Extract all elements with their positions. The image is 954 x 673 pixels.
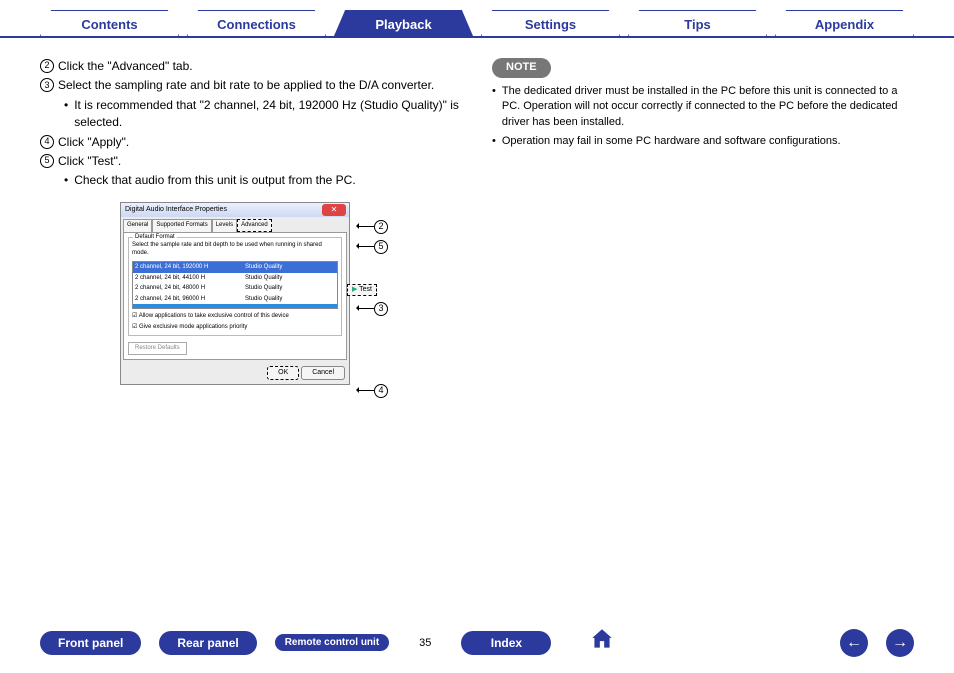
front-panel-button[interactable]: Front panel: [40, 631, 141, 655]
close-icon[interactable]: ✕: [322, 204, 346, 216]
step-4-text: Click "Apply".: [58, 134, 462, 151]
tab-playback[interactable]: Playback: [334, 10, 473, 36]
format-row-selected: 2 channel, 24 bit, 192000 HStudio Qualit…: [133, 262, 337, 273]
dialog-title: Digital Audio Interface Properties: [125, 206, 227, 213]
tab-contents[interactable]: Contents: [40, 10, 179, 36]
remote-control-button[interactable]: Remote control unit: [275, 634, 389, 651]
step-marker-5: 5: [40, 154, 54, 168]
cancel-button[interactable]: Cancel: [301, 366, 345, 380]
page-number: 35: [419, 637, 431, 649]
step-2-text: Click the "Advanced" tab.: [58, 58, 462, 75]
properties-dialog: Digital Audio Interface Properties ✕ Gen…: [120, 202, 350, 385]
step-marker-4: 4: [40, 135, 54, 149]
dialog-tab-advanced[interactable]: Advanced: [237, 219, 272, 232]
dialog-tab-general[interactable]: General: [123, 219, 152, 232]
tab-appendix[interactable]: Appendix: [775, 10, 914, 36]
index-button[interactable]: Index: [461, 631, 551, 655]
default-format-group: Default Format Select the sample rate an…: [128, 237, 342, 337]
restore-defaults-button[interactable]: Restore Defaults: [128, 342, 187, 355]
step-3-text: Select the sampling rate and bit rate to…: [58, 77, 462, 94]
callout-2: 2: [374, 220, 388, 234]
callout-3: 3: [374, 302, 388, 316]
step-5-text: Click "Test".: [58, 153, 462, 170]
left-column: 2 Click the "Advanced" tab. 3 Select the s…: [40, 58, 462, 385]
format-dropdown[interactable]: 2 channel, 24 bit, 192000 HStudio Qualit…: [132, 261, 338, 309]
step-5-bullet: Check that audio from this unit is outpu…: [74, 172, 462, 189]
tab-settings[interactable]: Settings: [481, 10, 620, 36]
callout-5: 5: [374, 240, 388, 254]
callout-4: 4: [374, 384, 388, 398]
next-page-button[interactable]: →: [886, 629, 914, 657]
bottom-nav: Front panel Rear panel Remote control un…: [0, 626, 954, 659]
note-1-text: The dedicated driver must be installed i…: [502, 84, 914, 130]
dialog-tab-supported[interactable]: Supported Formats: [152, 219, 211, 232]
step-marker-2: 2: [40, 59, 54, 73]
dialog-tab-levels[interactable]: Levels: [212, 219, 237, 232]
home-icon[interactable]: [589, 626, 615, 659]
test-button[interactable]: Test: [347, 284, 377, 296]
right-column: NOTE The dedicated driver must be instal…: [492, 58, 914, 385]
step-marker-3: 3: [40, 78, 54, 92]
exclusive-priority-checkbox[interactable]: Give exclusive mode applications priorit…: [132, 323, 338, 332]
note-2-text: Operation may fail in some PC hardware a…: [502, 134, 841, 149]
format-instruction: Select the sample rate and bit depth to …: [132, 241, 338, 258]
rear-panel-button[interactable]: Rear panel: [159, 631, 256, 655]
top-tabs: Contents Connections Playback Settings T…: [0, 0, 954, 38]
tab-tips[interactable]: Tips: [628, 10, 767, 36]
step-3-bullet: It is recommended that "2 channel, 24 bi…: [74, 97, 462, 132]
prev-page-button[interactable]: ←: [840, 629, 868, 657]
group-label: Default Format: [133, 233, 177, 242]
tab-connections[interactable]: Connections: [187, 10, 326, 36]
note-badge: NOTE: [492, 58, 551, 78]
ok-button[interactable]: OK: [267, 366, 299, 380]
exclusive-control-checkbox[interactable]: Allow applications to take exclusive con…: [132, 312, 338, 321]
dialog-titlebar: Digital Audio Interface Properties ✕: [121, 203, 349, 217]
